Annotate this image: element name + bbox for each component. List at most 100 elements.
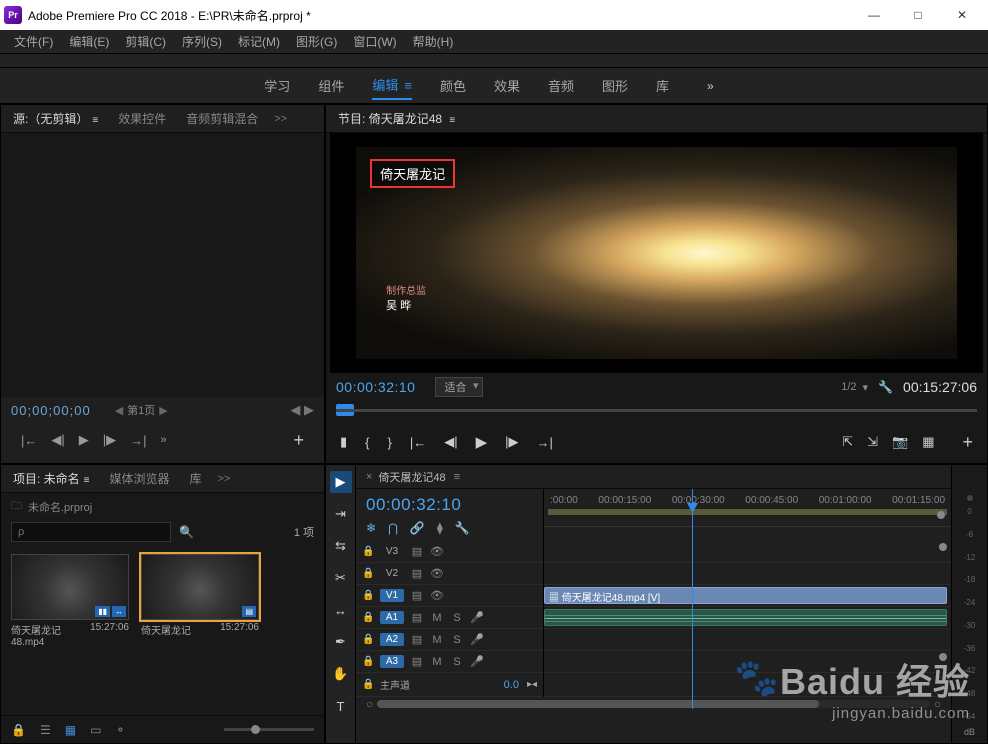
button-editor[interactable]: + xyxy=(962,432,973,453)
mark-out-button[interactable]: →| xyxy=(130,433,146,448)
program-timecode[interactable]: 00:00:32:10 xyxy=(336,379,415,395)
tab-project[interactable]: 项目: 未命名≡ xyxy=(5,466,98,491)
source-timecode[interactable]: 00;00;00;00 xyxy=(11,403,91,418)
sort-icon[interactable]: ⚬ xyxy=(115,723,125,737)
toggle-output-icon[interactable]: ▤ xyxy=(410,611,424,624)
add-button[interactable]: + xyxy=(293,430,304,451)
nav-arrows[interactable]: ◀ ▶ xyxy=(290,402,314,418)
workspace-audio[interactable]: 音频 xyxy=(548,72,574,99)
insert-mode-icon[interactable]: ❄ xyxy=(366,521,376,535)
search-input[interactable] xyxy=(11,522,171,542)
timeline-timecode[interactable]: 00:00:32:10 xyxy=(366,495,533,515)
page-control[interactable]: ◀ 第1页 ▶ xyxy=(115,402,168,418)
panel-menu-icon[interactable]: ≡ xyxy=(92,115,98,126)
page-next-icon[interactable]: ▶ xyxy=(159,404,167,417)
hand-tool[interactable]: ✋ xyxy=(330,663,352,685)
toggle-output-icon[interactable]: ▤ xyxy=(410,567,424,580)
menu-clip[interactable]: 剪辑(C) xyxy=(117,33,174,50)
workspace-color[interactable]: 颜色 xyxy=(440,72,466,99)
workspace-overflow[interactable]: » xyxy=(697,79,724,93)
solo-icon[interactable]: S xyxy=(450,656,464,668)
maximize-button[interactable]: □ xyxy=(896,1,940,29)
video-clip[interactable]: ▦ 倚天屠龙记48.mp4 [V] xyxy=(544,587,947,604)
track-select-tool[interactable]: ⇥ xyxy=(330,503,352,525)
program-scrubber[interactable] xyxy=(326,401,987,421)
track-header-a3[interactable]: 🔒A3▤MS🎤 xyxy=(356,651,543,673)
add-marker-button[interactable]: ▮ xyxy=(340,434,347,450)
step-back-button[interactable]: ◀| xyxy=(444,434,457,450)
playhead[interactable] xyxy=(692,489,693,709)
step-back-button[interactable]: ◀| xyxy=(51,432,64,448)
lock-icon[interactable]: 🔒 xyxy=(362,568,374,579)
program-viewport[interactable]: 倚天屠龙记 制作总监 吴 晔 xyxy=(330,133,983,373)
track-header-a2[interactable]: 🔒A2▤MS🎤 xyxy=(356,629,543,651)
tab-media-browser[interactable]: 媒体浏览器 xyxy=(102,466,178,491)
freeform-view-icon[interactable]: ▭ xyxy=(90,723,101,737)
tab-program[interactable]: 节目: 倚天屠龙记48 ≡ xyxy=(330,106,463,131)
toggle-output-icon[interactable]: ▤ xyxy=(410,655,424,668)
tab-source[interactable]: 源:（无剪辑）≡ xyxy=(5,106,106,131)
tab-libraries[interactable]: 库 xyxy=(182,466,210,491)
toggle-output-icon[interactable]: ▤ xyxy=(410,545,424,558)
menu-window[interactable]: 窗口(W) xyxy=(345,33,404,50)
settings-icon[interactable]: 🔧 xyxy=(455,521,470,535)
close-button[interactable]: ✕ xyxy=(940,1,984,29)
track-header-master[interactable]: 🔒主声道0.0▸◂ xyxy=(356,673,543,697)
voice-icon[interactable]: 🎤 xyxy=(470,611,484,624)
zoom-fit-dropdown[interactable]: 适合 xyxy=(435,377,483,397)
menu-graphics[interactable]: 图形(G) xyxy=(288,33,345,50)
workspace-effects[interactable]: 效果 xyxy=(494,72,520,99)
time-ruler[interactable]: :00:00 00:00:15:00 00:00:30:00 00:00:45:… xyxy=(544,489,951,527)
track-lanes[interactable]: ▦ 倚天屠龙记48.mp4 [V] xyxy=(544,541,951,697)
overflow-icon[interactable]: >> xyxy=(214,473,235,485)
list-view-icon[interactable]: ☰ xyxy=(40,723,51,737)
menu-edit[interactable]: 编辑(E) xyxy=(61,33,117,50)
solo-icon[interactable]: S xyxy=(450,612,464,624)
ripple-edit-tool[interactable]: ⇆ xyxy=(330,535,352,557)
timeline-zoom-bar[interactable]: ○ ○ xyxy=(356,697,951,711)
track-header-a1[interactable]: 🔒A1▤MS🎤 xyxy=(356,607,543,629)
selection-tool[interactable]: ▶ xyxy=(330,471,352,493)
play-button[interactable]: ▶ xyxy=(79,432,89,448)
panel-menu-icon[interactable]: ≡ xyxy=(454,471,460,483)
close-sequence-icon[interactable]: × xyxy=(366,471,372,483)
snap-icon[interactable]: ⋂ xyxy=(388,521,398,535)
menu-help[interactable]: 帮助(H) xyxy=(405,33,462,50)
pen-tool[interactable]: ✒ xyxy=(330,631,352,653)
workspace-assembly[interactable]: 组件 xyxy=(318,72,344,99)
expand-icon[interactable]: ▸◂ xyxy=(527,679,537,690)
track-header-v2[interactable]: 🔒V2▤👁 xyxy=(356,563,543,585)
lock-icon[interactable]: 🔒 xyxy=(362,679,374,690)
menu-marker[interactable]: 标记(M) xyxy=(230,33,288,50)
panel-menu-icon[interactable]: ≡ xyxy=(449,115,455,126)
export-frame-button[interactable]: 📷 xyxy=(892,434,908,450)
play-button[interactable]: ▶ xyxy=(476,433,488,451)
track-header-v1[interactable]: 🔒V1▤👁 xyxy=(356,585,543,607)
write-lock-icon[interactable]: 🔒 xyxy=(11,723,26,737)
panel-menu-icon[interactable]: ≡ xyxy=(84,475,90,486)
tab-audio-clip-mixer[interactable]: 音频剪辑混合 xyxy=(178,106,266,131)
mute-icon[interactable]: M xyxy=(430,656,444,668)
tab-effect-controls[interactable]: 效果控件 xyxy=(110,106,174,131)
eye-icon[interactable]: 👁 xyxy=(430,567,444,580)
icon-view-icon[interactable]: ▦ xyxy=(65,723,76,737)
page-prev-icon[interactable]: ◀ xyxy=(115,404,123,417)
goto-out-button[interactable]: →| xyxy=(537,435,553,450)
mark-in-button[interactable]: { xyxy=(365,435,369,450)
solo-icon[interactable]: S xyxy=(450,634,464,646)
eye-icon[interactable]: 👁 xyxy=(430,545,444,558)
minimize-button[interactable]: — xyxy=(852,1,896,29)
lock-icon[interactable]: 🔒 xyxy=(362,546,374,557)
lock-icon[interactable]: 🔒 xyxy=(362,590,374,601)
workspace-libraries[interactable]: 库 xyxy=(656,72,669,99)
workspace-graphics[interactable]: 图形 xyxy=(602,72,628,99)
source-more-icon[interactable]: » xyxy=(161,434,167,446)
overflow-icon[interactable]: >> xyxy=(270,113,291,125)
menu-file[interactable]: 文件(F) xyxy=(6,33,61,50)
step-fwd-button[interactable]: |▶ xyxy=(103,432,116,448)
lock-icon[interactable]: 🔒 xyxy=(362,634,374,645)
project-item[interactable]: ▤ 倚天屠龙记15:27:06 xyxy=(141,554,259,639)
step-fwd-button[interactable]: |▶ xyxy=(505,434,518,450)
linked-selection-icon[interactable]: 🔗 xyxy=(410,521,425,535)
sequence-tab[interactable]: 倚天屠龙记48 xyxy=(378,469,445,485)
